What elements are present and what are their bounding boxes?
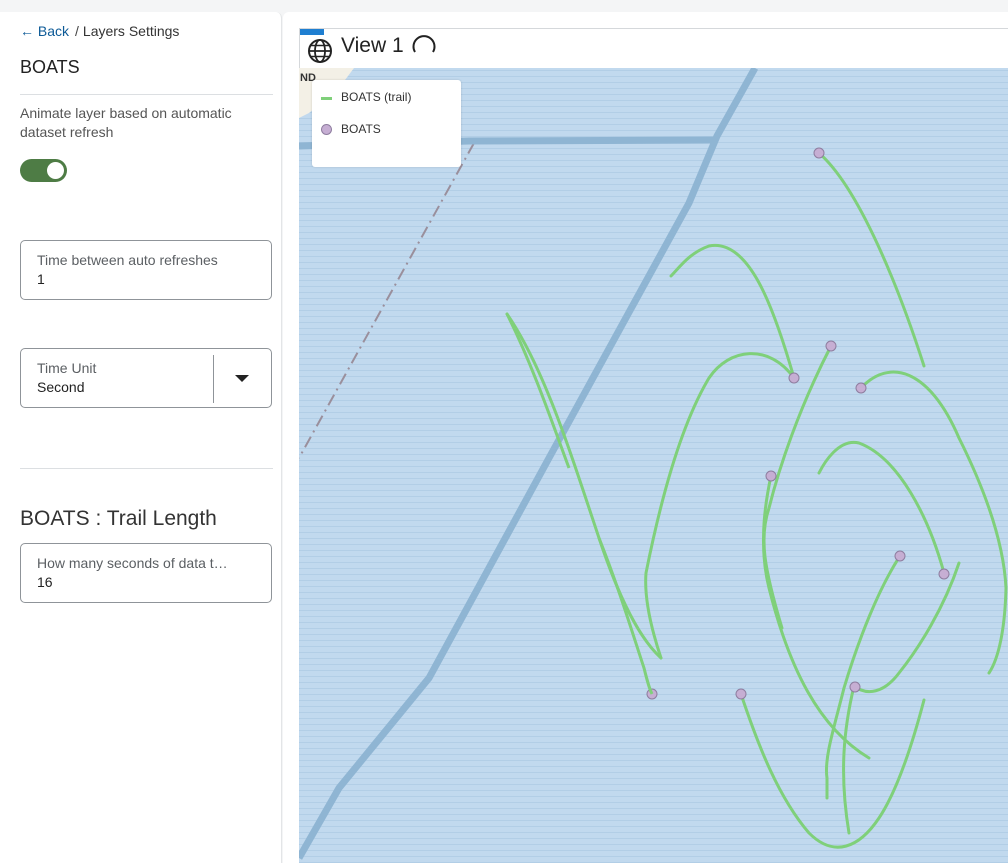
breadcrumb: ← Back / Layers Settings [20,23,179,39]
layers-settings-panel: ← Back / Layers Settings BOATS Animate lay… [0,12,282,863]
boat-point[interactable] [813,147,825,159]
animate-label: Animate layer based on automatic dataset… [20,105,232,140]
boat-trail [597,537,654,695]
boat-trail [817,440,946,575]
boat-trail [762,344,833,630]
select-divider [213,355,214,403]
boat-trail [505,313,571,469]
boat-point[interactable] [894,550,906,562]
refresh-interval-label: Time between auto refreshes [37,252,218,268]
boat-trail [739,692,926,849]
legend-label: BOATS (trail) [341,90,412,104]
boat-trail [824,554,902,800]
boat-point[interactable] [855,382,867,394]
breadcrumb-separator: / [75,23,79,39]
circle-swatch-icon [321,124,332,135]
back-link[interactable]: ← Back [20,23,69,39]
boat-point[interactable] [938,568,950,580]
boundary-line [299,142,475,459]
boat-points [646,147,950,700]
globe-icon[interactable] [307,38,333,64]
boat-trail [859,370,1008,675]
trail-length-field[interactable]: How many seconds of data t… 16 [20,543,272,603]
time-unit-label: Time Unit [37,360,97,376]
time-unit-value: Second [37,379,85,395]
caret-down-icon[interactable] [235,375,249,382]
toggle-knob [47,162,64,179]
boat-trail [852,561,961,694]
map-view[interactable]: ND BOATS (trail) BOATS [299,68,1008,863]
divider [20,94,273,95]
boat-trail [842,684,856,835]
boat-trail [644,352,796,660]
view-title: View 1 [341,34,404,57]
boat-point[interactable] [849,681,861,693]
breadcrumb-current: Layers Settings [82,23,180,39]
legend-label: BOATS [341,122,381,136]
view-corner-accent [300,29,324,35]
boat-point[interactable] [735,688,747,700]
boat-point[interactable] [765,470,777,482]
boat-trails [505,151,1008,849]
map-legend: BOATS (trail) BOATS [312,80,461,167]
trail-length-label: How many seconds of data t… [37,555,228,571]
time-unit-select[interactable]: Time Unit Second [20,348,272,408]
road-main [299,68,759,860]
map-canvas[interactable] [299,68,1008,863]
view-header: View 1 [299,28,1008,69]
layer-title: BOATS [20,57,80,77]
line-swatch-icon [321,97,332,100]
divider [20,468,273,469]
boat-point[interactable] [788,372,800,384]
trail-length-value[interactable]: 16 [37,574,53,590]
boat-point[interactable] [825,340,837,352]
animate-toggle[interactable] [20,159,67,182]
trail-length-title: BOATS : Trail Length [20,507,217,530]
spinner-icon [412,35,436,53]
refresh-interval-value[interactable]: 1 [37,271,45,287]
boat-trail [817,151,926,368]
refresh-interval-field[interactable]: Time between auto refreshes 1 [20,240,272,300]
